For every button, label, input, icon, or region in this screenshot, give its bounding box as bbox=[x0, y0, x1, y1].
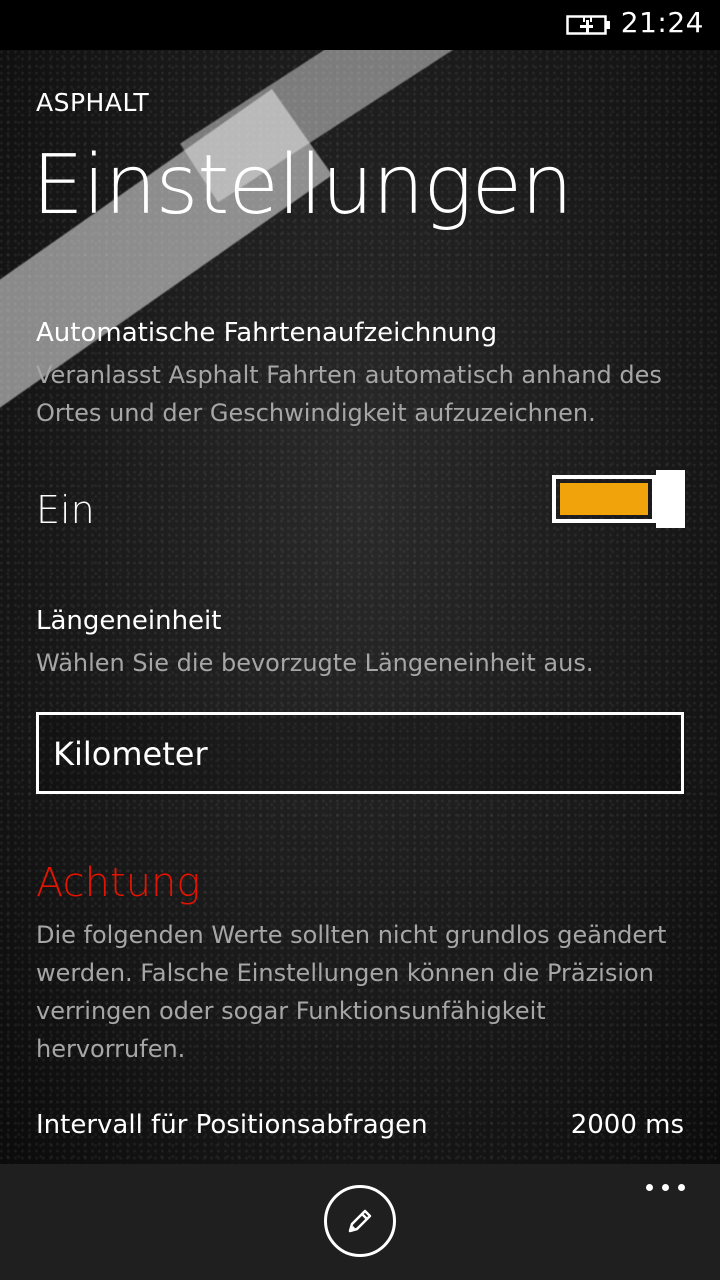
auto-recording-title: Automatische Fahrtenaufzeichnung bbox=[36, 318, 498, 348]
more-button[interactable] bbox=[640, 1172, 690, 1202]
auto-recording-description: Veranlasst Asphalt Fahrten automatisch a… bbox=[36, 361, 662, 427]
clock: 21:24 bbox=[620, 6, 704, 39]
more-icon bbox=[678, 1184, 685, 1191]
length-unit-description: Wählen Sie die bevorzugte Längeneinheit … bbox=[36, 649, 594, 677]
app-title: ASPHALT bbox=[36, 88, 150, 117]
app-bar bbox=[0, 1164, 720, 1280]
interval-value[interactable]: 2000 ms bbox=[571, 1110, 684, 1140]
length-unit-title: Längeneinheit bbox=[36, 606, 222, 636]
length-unit-picker[interactable]: Kilometer bbox=[36, 712, 684, 794]
warning-title: Achtung bbox=[36, 860, 201, 906]
toggle-thumb[interactable] bbox=[656, 470, 685, 528]
length-unit-selected: Kilometer bbox=[53, 735, 208, 773]
more-icon bbox=[662, 1184, 669, 1191]
more-icon bbox=[646, 1184, 653, 1191]
battery-charging-icon bbox=[566, 15, 610, 35]
interval-label: Intervall für Positionsabfragen bbox=[36, 1110, 428, 1140]
status-bar: 21:24 bbox=[0, 0, 720, 50]
auto-recording-toggle[interactable] bbox=[552, 470, 685, 528]
auto-recording-state-label: Ein bbox=[36, 488, 95, 532]
edit-button[interactable] bbox=[324, 1185, 396, 1257]
toggle-fill bbox=[560, 483, 648, 515]
page-title: Einstellungen bbox=[32, 138, 573, 233]
warning-description: Die folgenden Werte sollten nicht grundl… bbox=[36, 921, 667, 1063]
edit-icon bbox=[348, 1209, 372, 1233]
